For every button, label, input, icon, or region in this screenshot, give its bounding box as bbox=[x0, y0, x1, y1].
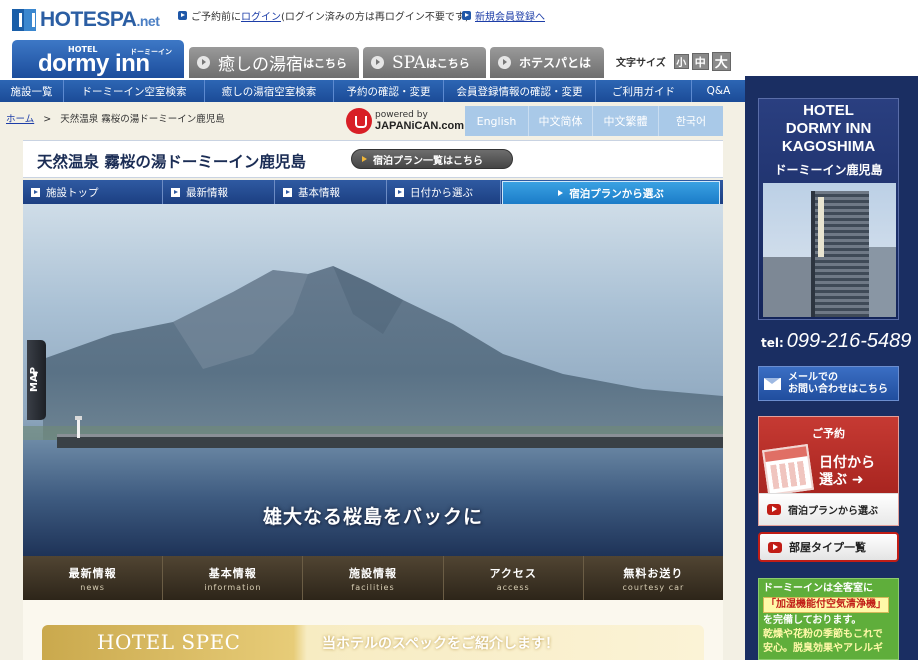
arrow-circle-icon bbox=[371, 56, 384, 69]
arrow-circle-icon bbox=[498, 56, 511, 69]
arrow-square-icon bbox=[395, 187, 404, 197]
tab-select-date[interactable]: 日付から選ぶ bbox=[387, 180, 501, 204]
hotespa-logo-icon bbox=[12, 9, 36, 31]
reservation-title: ご予約 bbox=[812, 427, 845, 440]
register-link[interactable]: 新規会員登録へ bbox=[475, 8, 545, 23]
about-hotespa-tab[interactable]: ホテスパとは bbox=[490, 47, 604, 78]
font-small-button[interactable]: 小 bbox=[673, 54, 689, 69]
login-link[interactable]: ログイン bbox=[241, 8, 281, 23]
tab-basic-info[interactable]: 基本情報 bbox=[275, 180, 387, 204]
select-by-date-button[interactable]: 日付から 選ぶ ➜ bbox=[819, 455, 875, 489]
japanican-badge[interactable]: powered by JAPANiCAN.com bbox=[346, 108, 464, 134]
main-nav: 施設一覧 ドーミーイン空室検索 癒しの湯宿空室検索 予約の確認・変更 会員登録情… bbox=[0, 80, 745, 102]
login-notice: ご予約前に ログイン (ログイン済みの方は再ログイン不要です) bbox=[178, 8, 469, 23]
hotel-building-photo bbox=[763, 183, 896, 317]
nav-member-info[interactable]: 会員登録情報の確認・変更 bbox=[444, 80, 596, 102]
breadcrumb-current: 天然温泉 霧桜の湯ドーミーイン鹿児島 bbox=[60, 114, 225, 125]
hero-image: 雄大なる桜島をバックに bbox=[23, 204, 723, 556]
tab-select-plan[interactable]: 宿泊プランから選ぶ bbox=[502, 181, 720, 205]
iyashi-yuyado-tab[interactable]: 癒しの湯宿 はこちら bbox=[189, 47, 359, 78]
calendar-icon bbox=[762, 444, 814, 496]
lang-traditional-chinese[interactable]: 中文繁體 bbox=[593, 106, 659, 136]
lang-korean[interactable]: 한국어 bbox=[659, 106, 723, 136]
bottom-menu: 最新情報 news 基本情報 information 施設情報 facilities … bbox=[23, 556, 723, 600]
air-purifier-notice: ドーミーインは全客室に 「加湿機能付空気清浄機」 を完備しております。 乾燥や花… bbox=[758, 578, 899, 660]
nav-faq[interactable]: Q&A bbox=[692, 80, 745, 102]
hotel-spec-header: HOTEL SPEC 当ホテルのスペックをご紹介します！ bbox=[42, 625, 704, 660]
mail-inquiry-button[interactable]: メールでの お問い合わせはこちら bbox=[758, 366, 899, 401]
japanican-logo-icon bbox=[346, 108, 372, 134]
arrow-square-icon bbox=[171, 187, 180, 197]
phone-number: tel: 099-216-5489 bbox=[761, 330, 912, 352]
hotespa-logo[interactable]: HOTESPA.net bbox=[12, 8, 160, 32]
hotel-subnav: 施設トップ 最新情報 基本情報 日付から選ぶ 宿泊プランから選ぶ bbox=[23, 180, 723, 205]
tab-facility-top[interactable]: 施設トップ bbox=[23, 180, 163, 204]
breadcrumb: ホーム > 天然温泉 霧桜の湯ドーミーイン鹿児島 bbox=[6, 114, 225, 125]
page-title: 天然温泉 霧桜の湯ドーミーイン鹿児島 bbox=[37, 153, 306, 171]
breadcrumb-home[interactable]: ホーム bbox=[6, 114, 34, 125]
menu-facilities[interactable]: 施設情報 facilities bbox=[303, 556, 444, 600]
envelope-icon bbox=[764, 377, 781, 390]
tab-latest-news[interactable]: 最新情報 bbox=[163, 180, 275, 204]
arrow-circle-icon bbox=[197, 56, 210, 69]
arrow-square-icon bbox=[283, 187, 292, 197]
nav-reservation-check[interactable]: 予約の確認・変更 bbox=[334, 80, 444, 102]
plan-list-button[interactable]: 宿泊プラン一覧はこちら bbox=[351, 149, 513, 169]
menu-news[interactable]: 最新情報 news bbox=[23, 556, 164, 600]
arrow-right-icon bbox=[362, 156, 367, 162]
nav-usage-guide[interactable]: ご利用ガイド bbox=[596, 80, 692, 102]
arrow-square-icon bbox=[31, 187, 40, 197]
lang-english[interactable]: English bbox=[465, 106, 529, 136]
select-by-plan-button[interactable]: 宿泊プランから選ぶ bbox=[759, 493, 898, 525]
hotel-title-bar: 天然温泉 霧桜の湯ドーミーイン鹿児島 宿泊プラン一覧はこちら bbox=[23, 140, 723, 178]
menu-information[interactable]: 基本情報 information bbox=[163, 556, 304, 600]
register-notice: 新規会員登録へ bbox=[462, 8, 545, 23]
menu-access[interactable]: アクセス access bbox=[444, 556, 584, 600]
arrow-right-icon bbox=[767, 504, 781, 515]
arrow-right-icon bbox=[768, 541, 782, 553]
map-tab[interactable]: ▼ MAP bbox=[27, 340, 46, 420]
hero-caption: 雄大なる桜島をバックに bbox=[262, 506, 483, 528]
arrow-right-icon bbox=[558, 190, 564, 196]
nav-dormy-vacancy[interactable]: ドーミーイン空室検索 bbox=[64, 80, 205, 102]
lang-simplified-chinese[interactable]: 中文简体 bbox=[529, 106, 593, 136]
hotel-card: HOTEL DORMY INN KAGOSHIMA ドーミーイン鹿児島 bbox=[758, 98, 899, 320]
logo-text: HOTESPA.net bbox=[40, 8, 160, 31]
font-size-control: 文字サイズ 小 中 大 bbox=[616, 52, 731, 71]
arrow-bullet-icon bbox=[462, 11, 471, 20]
font-large-button[interactable]: 大 bbox=[711, 52, 731, 71]
dormy-inn-tab[interactable]: HOTEL dormy inn ドーミーイン bbox=[12, 40, 184, 78]
language-switcher: English 中文简体 中文繁體 한국어 bbox=[465, 106, 723, 136]
room-type-list-button[interactable]: 部屋タイプ一覧 bbox=[758, 532, 899, 562]
arrow-bullet-icon bbox=[178, 11, 187, 20]
menu-courtesy-car[interactable]: 無料お送り courtesy car bbox=[584, 556, 723, 600]
font-medium-button[interactable]: 中 bbox=[691, 53, 709, 70]
spa-tab[interactable]: SPA はこちら bbox=[363, 47, 486, 78]
reservation-panel: ご予約 日付から 選ぶ ➜ 宿泊プランから選ぶ bbox=[758, 416, 899, 526]
nav-yuyado-vacancy[interactable]: 癒しの湯宿空室検索 bbox=[205, 80, 334, 102]
nav-facility-list[interactable]: 施設一覧 bbox=[0, 80, 64, 102]
